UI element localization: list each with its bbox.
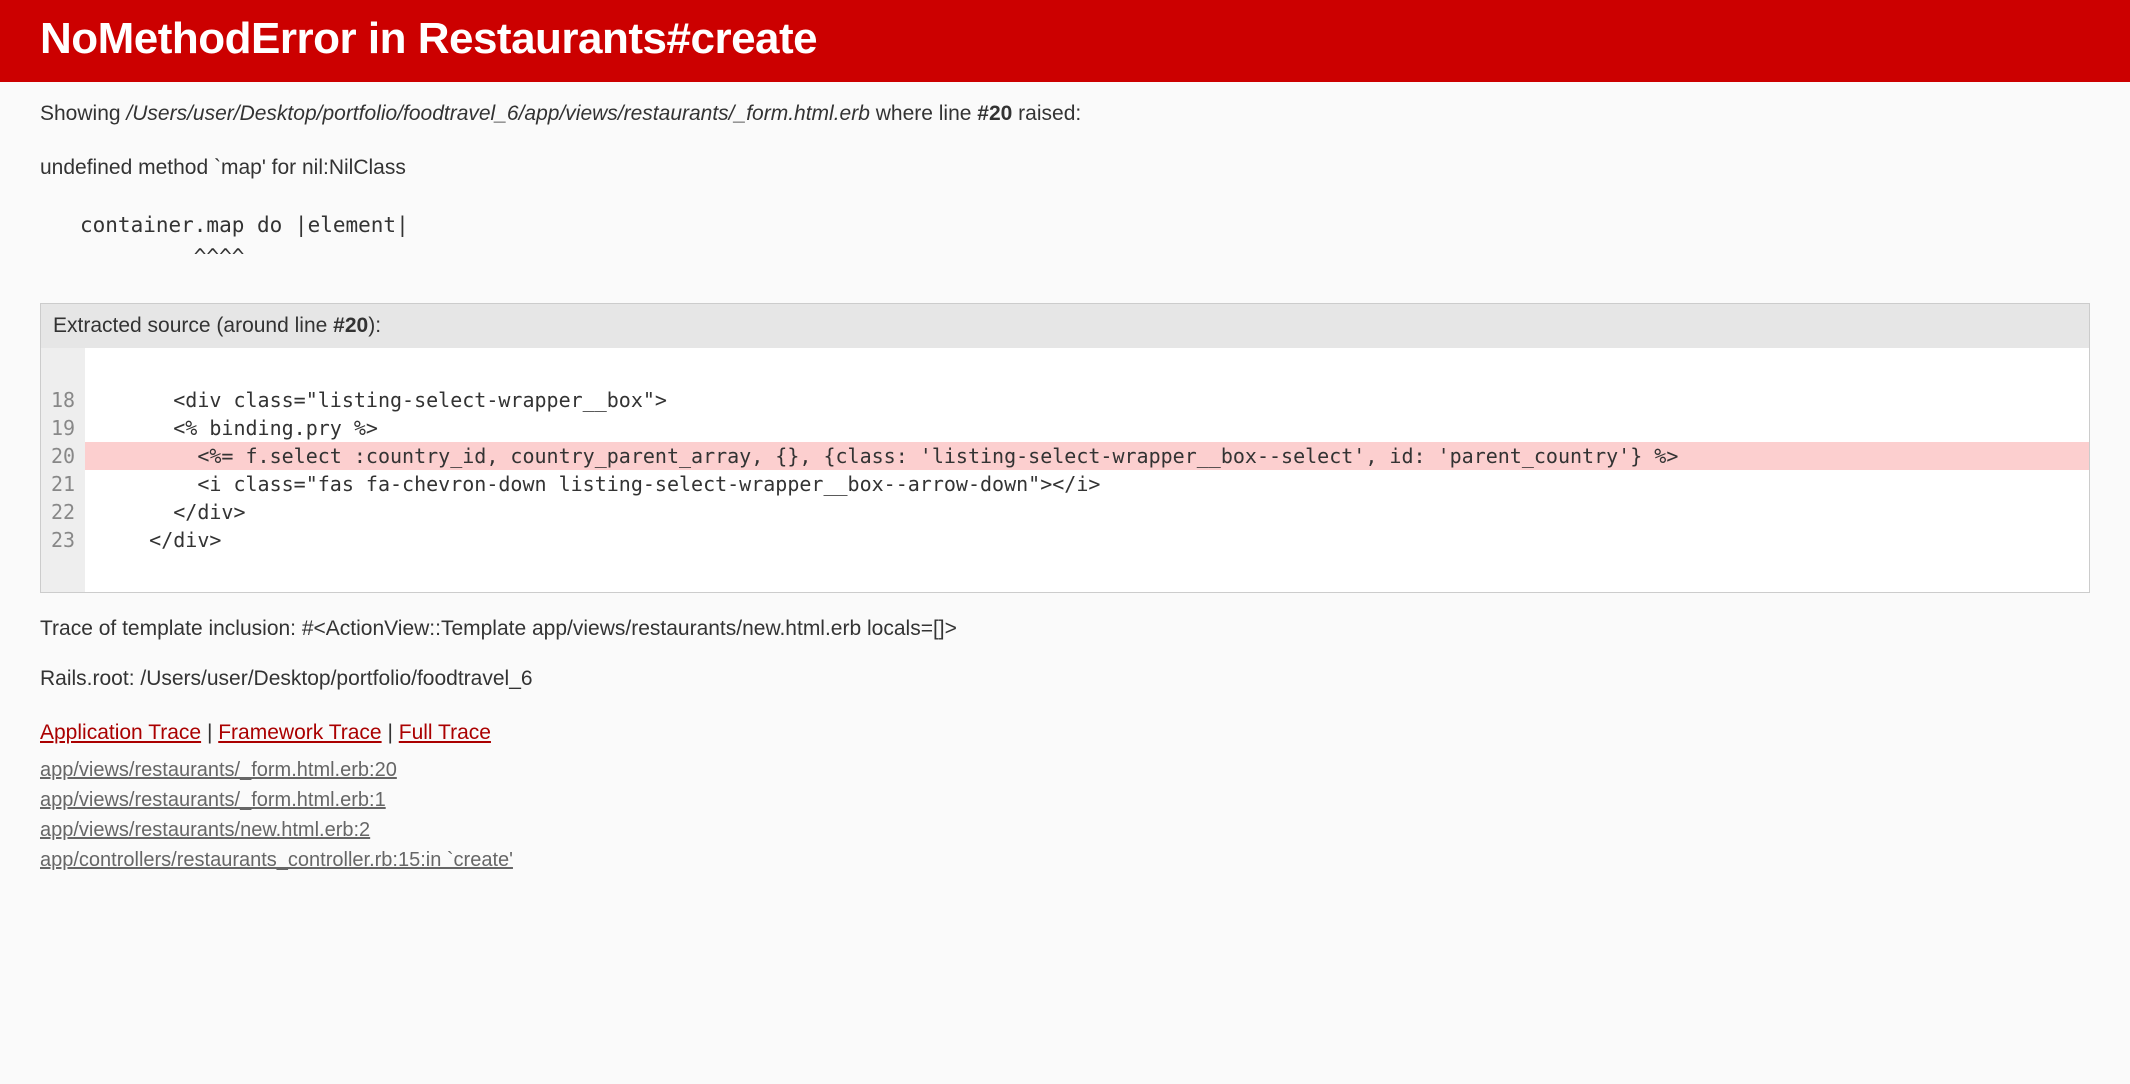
separator: | [387,721,398,744]
line-number: 21 [41,470,85,498]
showing-linenum: #20 [977,102,1012,125]
error-message: undefined method `map' for nil:NilClass [40,156,2090,180]
showing-path: /Users/user/Desktop/portfolio/foodtravel… [126,102,870,125]
trace-inclusion: Trace of template inclusion: #<ActionVie… [40,617,2090,641]
showing-line: Showing /Users/user/Desktop/portfolio/fo… [40,102,2090,126]
error-content: Showing /Users/user/Desktop/portfolio/fo… [0,82,2130,895]
application-trace-link[interactable]: Application Trace [40,721,201,744]
line-number: 19 [41,414,85,442]
error-title: NoMethodError in Restaurants#create [40,14,2090,64]
extracted-line: #20 [333,314,368,337]
trace-list: app/views/restaurants/_form.html.erb:20a… [40,755,2090,875]
line-number: 18 [41,386,85,414]
trace-line[interactable]: app/controllers/restaurants_controller.r… [40,849,513,871]
source-line: 20 <%= f.select :country_id, country_par… [41,442,2089,470]
line-source: <% binding.pry %> [85,414,2089,442]
source-line: 21 <i class="fas fa-chevron-down listing… [41,470,2089,498]
trace-line[interactable]: app/views/restaurants/_form.html.erb:20 [40,759,397,781]
source-line: 19 <% binding.pry %> [41,414,2089,442]
line-source: <i class="fas fa-chevron-down listing-se… [85,470,2089,498]
showing-mid: where line [870,102,977,125]
line-number: 22 [41,498,85,526]
showing-suffix: raised: [1012,102,1081,125]
full-trace-link[interactable]: Full Trace [399,721,491,744]
line-source: </div> [85,526,2089,554]
trace-tabs: Application Trace | Framework Trace | Fu… [40,721,2090,745]
line-source: </div> [85,498,2089,526]
error-context: container.map do |element| ^^^^ [80,210,2090,273]
line-number: 23 [41,526,85,554]
line-source: <div class="listing-select-wrapper__box"… [85,386,2089,414]
framework-trace-link[interactable]: Framework Trace [218,721,381,744]
line-source: <%= f.select :country_id, country_parent… [85,442,2089,470]
extracted-source-box: Extracted source (around line #20): 18 <… [40,303,2090,593]
source-line: 18 <div class="listing-select-wrapper__b… [41,386,2089,414]
rails-root: Rails.root: /Users/user/Desktop/portfoli… [40,667,2090,691]
source-line: 22 </div> [41,498,2089,526]
trace-line[interactable]: app/views/restaurants/_form.html.erb:1 [40,789,386,811]
source-line: 23 </div> [41,526,2089,554]
showing-prefix: Showing [40,102,126,125]
line-number: 20 [41,442,85,470]
trace-line[interactable]: app/views/restaurants/new.html.erb:2 [40,819,370,841]
error-header: NoMethodError in Restaurants#create [0,0,2130,82]
source-table: 18 <div class="listing-select-wrapper__b… [41,348,2089,592]
separator: | [207,721,218,744]
extracted-label-prefix: Extracted source (around line [53,314,333,337]
extracted-label-suffix: ): [368,314,381,337]
extracted-source-heading: Extracted source (around line #20): [41,304,2089,348]
